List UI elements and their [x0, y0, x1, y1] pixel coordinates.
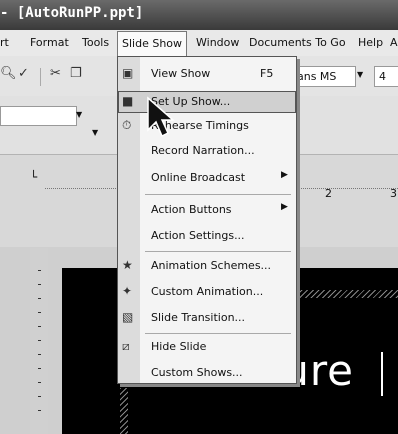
menu-separator [145, 194, 291, 195]
print-preview-icon[interactable]: 🔍︎ [0, 66, 17, 81]
menu-separator [145, 333, 291, 334]
menu-window[interactable]: Window [196, 36, 239, 49]
menu-item-custom-animation[interactable]: ✦ Custom Animation... [118, 281, 296, 303]
menu-item-action-settings[interactable]: Action Settings... [118, 225, 296, 247]
menu-item-online-broadcast[interactable]: Online Broadcast ▶ [118, 167, 296, 189]
menu-item-custom-shows[interactable]: Custom Shows... [118, 362, 296, 384]
font-size-field[interactable]: 4 [374, 66, 398, 87]
placeholder-border-left [120, 388, 128, 434]
menu-help[interactable]: Help [358, 36, 383, 49]
menu-bar: rt Format Tools Slide Show Window Docume… [0, 30, 398, 57]
projector-icon: ▣ [122, 66, 134, 80]
menu-item-record-narration[interactable]: Record Narration... [118, 140, 296, 162]
custom-animation-icon: ✦ [122, 284, 133, 298]
font-name-field[interactable]: Sans MS [287, 66, 356, 87]
menu-insert[interactable]: rt [0, 36, 9, 49]
menu-item-rehearse-timings[interactable]: ⏱︎ Rehearse Timings [118, 115, 296, 137]
setup-show-icon: ■ [122, 94, 134, 108]
ruler-mark: 2 [325, 187, 332, 200]
menu-item-action-buttons[interactable]: Action Buttons ▶ [118, 199, 296, 221]
text-caret [381, 352, 383, 396]
animation-schemes-icon: ★ [122, 258, 133, 272]
slide-show-menu: ▣ View Show F5 ■ Set Up Show... ⏱︎ Rehea… [117, 56, 297, 384]
mouse-pointer-icon [147, 96, 175, 138]
submenu-arrow-icon: ▶ [281, 202, 288, 212]
slide-transition-icon: ▧ [122, 310, 134, 324]
menu-item-set-up-show[interactable]: ■ Set Up Show... [118, 91, 296, 113]
menu-item-view-show[interactable]: ▣ View Show F5 [118, 63, 296, 85]
tab-stop-icon[interactable]: └ [30, 170, 37, 184]
vertical-ruler[interactable] [30, 248, 48, 434]
menu-documents-to-go[interactable]: Documents To Go [249, 36, 346, 49]
menu-slide-show[interactable]: Slide Show [117, 31, 188, 56]
menu-item-slide-transition[interactable]: ▧ Slide Transition... [118, 307, 296, 329]
cut-icon[interactable]: ✂ [50, 66, 61, 81]
menu-format[interactable]: Format [30, 36, 69, 49]
placeholder-border [290, 290, 398, 298]
toolbar-separator [40, 68, 41, 86]
spelling-icon[interactable]: ✓ [18, 66, 29, 81]
menu-item-animation-schemes[interactable]: ★ Animation Schemes... [118, 255, 296, 277]
secondary-dropdown-icon[interactable]: ▼ [92, 128, 98, 137]
hide-slide-icon: ⧄ [122, 339, 130, 353]
window-title: - [AutoRunPP.ppt] [0, 5, 144, 21]
style-dropdown-icon[interactable]: ▼ [76, 110, 82, 119]
submenu-arrow-icon: ▶ [281, 170, 288, 180]
rehearse-timings-icon: ⏱︎ [122, 118, 132, 132]
menu-tools[interactable]: Tools [82, 36, 109, 49]
ruler-mark: 3 [390, 187, 397, 200]
style-combo[interactable] [0, 106, 77, 126]
menu-separator [145, 251, 291, 252]
menu-overflow[interactable]: A [390, 36, 398, 49]
title-bar: - [AutoRunPP.ppt] [0, 0, 398, 30]
copy-icon[interactable]: ❐ [70, 66, 82, 81]
font-dropdown-icon[interactable]: ▼ [357, 70, 363, 79]
menu-item-hide-slide[interactable]: ⧄ Hide Slide [118, 336, 296, 358]
